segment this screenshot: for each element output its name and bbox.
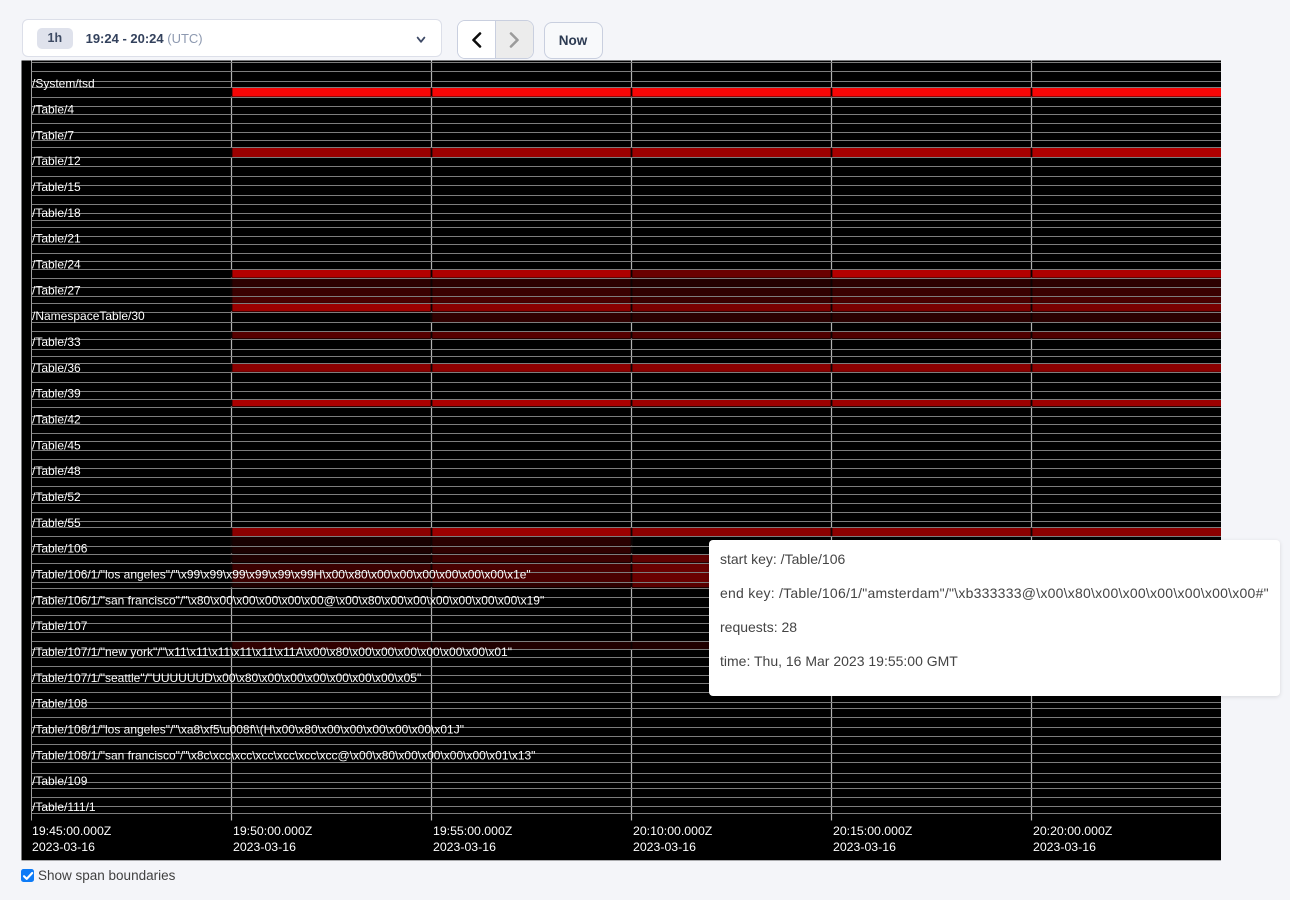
svg-text:2023-03-16: 2023-03-16 [833, 840, 896, 854]
svg-text:20:10:00.000Z: 20:10:00.000Z [633, 824, 713, 838]
svg-text:/Table/109: /Table/109 [32, 774, 88, 788]
svg-text:/Table/106/1/"san francisco"/": /Table/106/1/"san francisco"/"\x80\x00\x… [32, 593, 544, 607]
svg-text:19:50:00.000Z: 19:50:00.000Z [233, 824, 313, 838]
svg-text:/Table/108: /Table/108 [32, 697, 88, 711]
svg-text:/Table/107: /Table/107 [32, 619, 88, 633]
svg-text:19:55:00.000Z: 19:55:00.000Z [433, 824, 513, 838]
svg-text:/Table/15: /Table/15 [32, 180, 81, 194]
svg-text:20:15:00.000Z: 20:15:00.000Z [833, 824, 913, 838]
svg-text:2023-03-16: 2023-03-16 [1033, 840, 1096, 854]
svg-text:/Table/4: /Table/4 [32, 103, 74, 117]
svg-text:/Table/111/1: /Table/111/1 [32, 800, 96, 814]
svg-text:2023-03-16: 2023-03-16 [433, 840, 496, 854]
svg-text:/Table/42: /Table/42 [32, 413, 81, 427]
svg-text:/NamespaceTable/30: /NamespaceTable/30 [32, 309, 145, 323]
svg-text:/Table/7: /Table/7 [32, 128, 74, 142]
svg-text:/Table/12: /Table/12 [32, 154, 81, 168]
svg-text:/Table/108/1/"san francisco"/": /Table/108/1/"san francisco"/"\x8c\xcc\x… [32, 748, 535, 762]
svg-text:/Table/55: /Table/55 [32, 516, 81, 530]
svg-text:/Table/106: /Table/106 [32, 542, 88, 556]
svg-text:/Table/52: /Table/52 [32, 490, 81, 504]
svg-text:/Table/106/1/"los angeles"/"\x: /Table/106/1/"los angeles"/"\x99\x99\x99… [32, 568, 531, 582]
svg-text:19:45:00.000Z: 19:45:00.000Z [32, 824, 112, 838]
svg-text:2023-03-16: 2023-03-16 [633, 840, 696, 854]
svg-text:/Table/107/1/"new york"/"\x11\: /Table/107/1/"new york"/"\x11\x11\x11\x1… [32, 645, 512, 659]
svg-text:/Table/24: /Table/24 [32, 258, 81, 272]
svg-text:/Table/45: /Table/45 [32, 438, 81, 452]
svg-text:2023-03-16: 2023-03-16 [32, 840, 95, 854]
svg-text:/Table/107/1/"seattle"/"UUUUUU: /Table/107/1/"seattle"/"UUUUUUD\x00\x80\… [32, 671, 421, 685]
svg-text:/Table/39: /Table/39 [32, 387, 81, 401]
svg-text:/Table/33: /Table/33 [32, 335, 81, 349]
svg-text:/Table/21: /Table/21 [32, 232, 81, 246]
svg-text:2023-03-16: 2023-03-16 [233, 840, 296, 854]
svg-text:/System/tsd: /System/tsd [32, 77, 95, 91]
svg-text:/Table/27: /Table/27 [32, 283, 81, 297]
svg-text:/Table/108/1/"los angeles"/"\x: /Table/108/1/"los angeles"/"\xa8\xf5\u00… [32, 723, 464, 737]
svg-text:/Table/48: /Table/48 [32, 464, 81, 478]
svg-text:20:20:00.000Z: 20:20:00.000Z [1033, 824, 1113, 838]
svg-text:/Table/18: /Table/18 [32, 206, 81, 220]
svg-text:/Table/36: /Table/36 [32, 361, 81, 375]
